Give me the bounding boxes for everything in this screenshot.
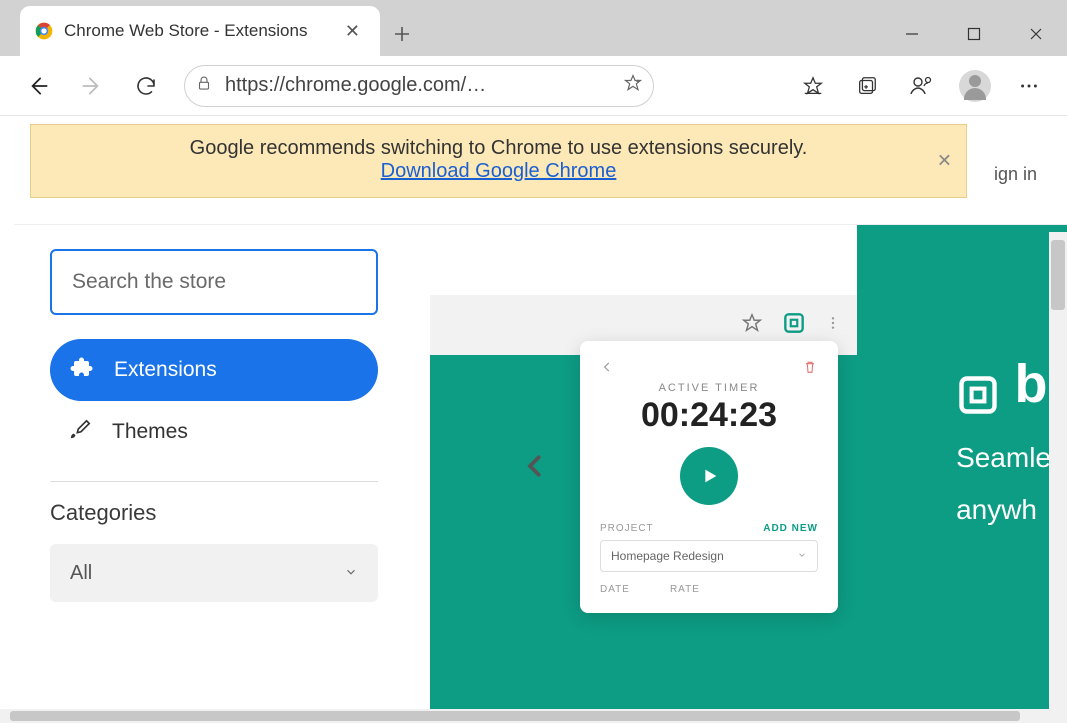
sidebar-item-themes[interactable]: Themes [50, 401, 378, 463]
category-dropdown[interactable]: All [50, 544, 378, 602]
maximize-button[interactable] [943, 12, 1005, 56]
timer-value: 00:24:23 [600, 396, 818, 435]
download-chrome-link[interactable]: Download Google Chrome [381, 160, 617, 182]
account-avatar[interactable] [951, 63, 999, 109]
titlebar: Chrome Web Store - Extensions ✕ [0, 0, 1067, 56]
date-label: DATE [600, 584, 630, 595]
window-controls [881, 12, 1067, 56]
categories-heading: Categories [50, 500, 378, 526]
play-button[interactable] [680, 447, 738, 505]
chrome-recommendation-banner: Google recommends switching to Chrome to… [30, 124, 967, 198]
brand-icon [781, 310, 807, 341]
browser-toolbar: https://chrome.google.com/… [0, 56, 1067, 116]
project-dropdown[interactable]: Homepage Redesign [600, 540, 818, 572]
tab-title: Chrome Web Store - Extensions [64, 21, 329, 41]
url-text: https://chrome.google.com/… [225, 74, 611, 97]
collections-button[interactable] [843, 63, 891, 109]
promo-text: b Seamle anywh [938, 335, 1067, 544]
sidebar-item-label: Themes [112, 420, 188, 444]
store-sidebar: Extensions Themes Categories All [14, 225, 414, 723]
page-content: Google recommends switching to Chrome to… [0, 116, 1067, 723]
lock-icon [195, 74, 213, 97]
profile-icon[interactable] [897, 63, 945, 109]
menu-button[interactable] [1005, 63, 1053, 109]
search-input[interactable] [50, 249, 378, 315]
chevron-down-icon [797, 549, 807, 563]
browser-tab[interactable]: Chrome Web Store - Extensions ✕ [20, 6, 380, 56]
close-window-button[interactable] [1005, 12, 1067, 56]
tab-close-icon[interactable]: ✕ [339, 19, 366, 44]
project-label: PROJECT [600, 523, 654, 534]
brush-icon [70, 418, 92, 446]
timer-label: ACTIVE TIMER [600, 382, 818, 394]
back-button[interactable] [14, 63, 62, 109]
forward-button[interactable] [68, 63, 116, 109]
chevron-down-icon [344, 562, 358, 585]
sidebar-item-extensions[interactable]: Extensions [50, 339, 378, 401]
brand-logo-icon [956, 373, 1000, 422]
vertical-scrollbar[interactable] [1049, 232, 1067, 723]
extension-icon [70, 355, 94, 385]
promo-line-2: anywh [956, 494, 1051, 526]
add-new-link[interactable]: ADD NEW [763, 523, 818, 534]
sign-in-link[interactable]: ign in [994, 164, 1037, 185]
address-bar[interactable]: https://chrome.google.com/… [184, 65, 654, 107]
new-tab-button[interactable] [380, 12, 424, 56]
timer-card: ACTIVE TIMER 00:24:23 PROJECT ADD NEW Ho… [580, 341, 838, 613]
card-back-icon[interactable] [600, 360, 614, 379]
category-selected: All [70, 562, 92, 585]
rate-label: RATE [670, 584, 700, 595]
star-outline-icon [741, 312, 763, 339]
horizontal-scrollbar[interactable] [0, 709, 1049, 723]
trash-icon[interactable] [802, 359, 818, 380]
promo-line-1: Seamle [956, 442, 1051, 474]
divider [50, 481, 378, 482]
refresh-button[interactable] [122, 63, 170, 109]
favorites-button[interactable] [789, 63, 837, 109]
project-value: Homepage Redesign [611, 549, 724, 563]
sidebar-item-label: Extensions [114, 358, 217, 382]
chrome-store-favicon [34, 21, 54, 41]
carousel-prev-icon[interactable] [520, 451, 550, 486]
more-vertical-icon [825, 315, 841, 336]
brand-letter: b [1015, 354, 1048, 414]
close-banner-icon[interactable]: ✕ [937, 151, 952, 172]
favorite-star-icon[interactable] [623, 73, 643, 98]
featured-promo: ACTIVE TIMER 00:24:23 PROJECT ADD NEW Ho… [430, 225, 1067, 723]
minimize-button[interactable] [881, 12, 943, 56]
banner-message: Google recommends switching to Chrome to… [71, 137, 926, 160]
